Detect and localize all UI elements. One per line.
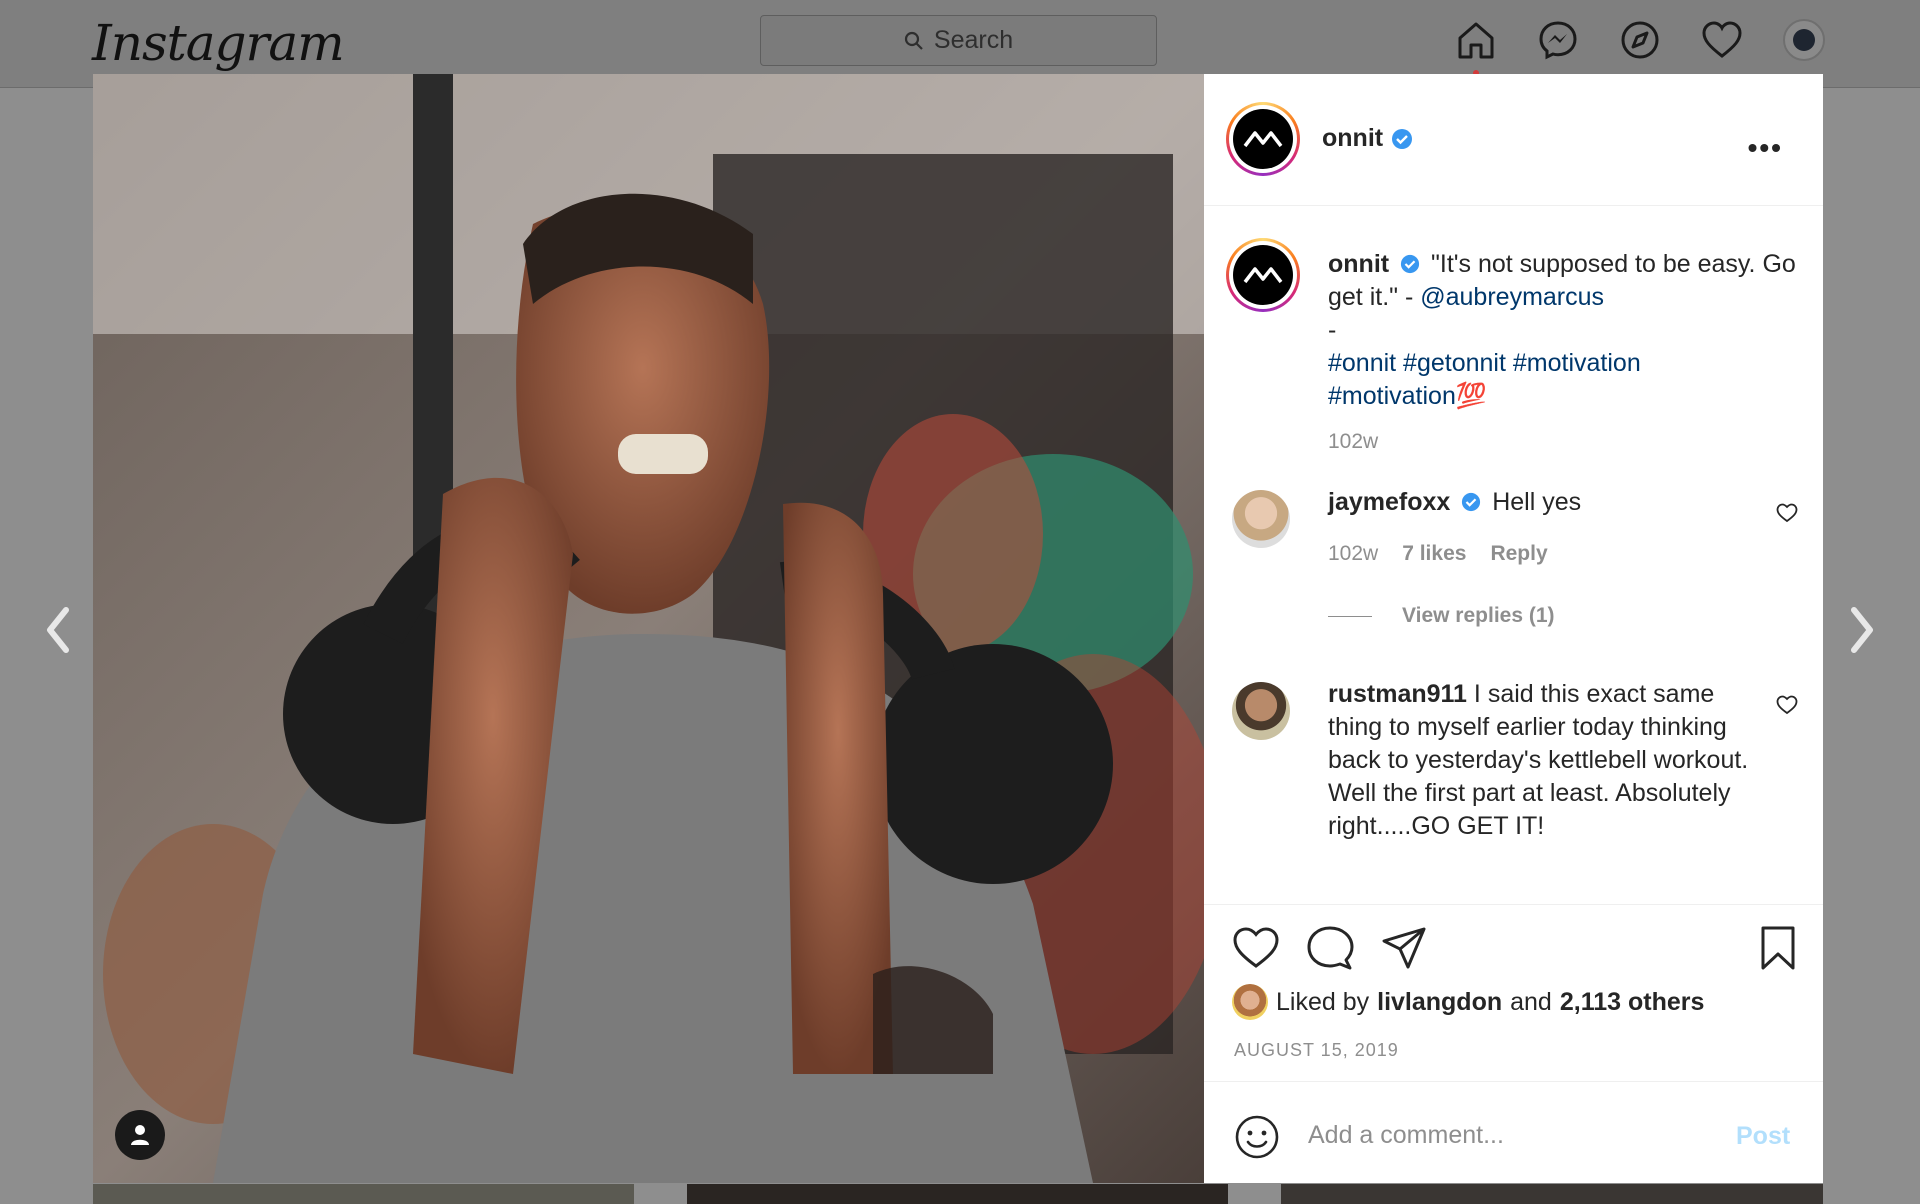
comment-username[interactable]: jaymefoxx xyxy=(1328,488,1450,516)
post-caption: onnit "It's not supposed to be easy. Go … xyxy=(1328,248,1798,413)
instagram-logo[interactable]: Instagram xyxy=(92,14,345,72)
comment-avatar[interactable] xyxy=(1232,682,1290,740)
post-author[interactable]: onnit xyxy=(1322,124,1413,153)
post-comment-button[interactable]: Post xyxy=(1736,1122,1790,1151)
verified-badge-icon xyxy=(1462,492,1481,512)
post-date[interactable]: AUGUST 15, 2019 xyxy=(1234,1040,1399,1061)
liked-by-prefix: Liked by xyxy=(1276,987,1370,1016)
home-icon[interactable] xyxy=(1455,18,1497,62)
save-bookmark-icon[interactable] xyxy=(1754,924,1802,972)
related-post-thumbnail[interactable] xyxy=(1281,1184,1823,1204)
like-comment-heart-icon[interactable] xyxy=(1776,502,1798,524)
caption-mention[interactable]: @aubreymarcus xyxy=(1420,283,1604,311)
view-replies-button[interactable]: View replies (1) xyxy=(1328,604,1555,628)
explore-icon[interactable] xyxy=(1619,18,1661,62)
like-heart-icon[interactable] xyxy=(1232,924,1280,972)
post-detail-panel: onnit ••• onnit "It's not supposed to be… xyxy=(1204,74,1823,1183)
comment-bubble-icon[interactable] xyxy=(1306,924,1354,972)
activity-heart-icon[interactable] xyxy=(1701,18,1743,62)
view-replies-label[interactable]: View replies (1) xyxy=(1402,604,1555,628)
liked-by-user[interactable]: livlangdon xyxy=(1377,988,1502,1017)
next-post-arrow-icon[interactable] xyxy=(1842,600,1882,660)
comment-avatar[interactable] xyxy=(1232,490,1290,548)
post-actions xyxy=(1232,924,1428,972)
hundred-emoji: 💯 xyxy=(1455,382,1487,410)
like-comment-heart-icon[interactable] xyxy=(1776,694,1798,716)
account-avatar[interactable] xyxy=(1226,102,1300,176)
caption-timestamp[interactable]: 102w xyxy=(1328,430,1378,454)
post-image[interactable] xyxy=(93,74,1204,1183)
caption-avatar[interactable] xyxy=(1226,238,1300,312)
post-author-username[interactable]: onnit xyxy=(1322,124,1383,153)
related-post-thumbnail[interactable] xyxy=(687,1184,1228,1204)
search-icon xyxy=(904,31,923,50)
onnit-logo-icon xyxy=(1243,267,1283,284)
liked-by-and: and xyxy=(1510,987,1552,1016)
caption-username[interactable]: onnit xyxy=(1328,250,1389,278)
more-options-icon[interactable]: ••• xyxy=(1748,132,1783,164)
share-paper-plane-icon[interactable] xyxy=(1380,924,1428,972)
comment-text: Hell yes xyxy=(1492,488,1582,516)
caption-hashtags[interactable]: #onnit #getonnit #motivation xyxy=(1328,349,1641,377)
messenger-icon[interactable] xyxy=(1537,18,1579,62)
related-post-thumbnail[interactable] xyxy=(93,1184,634,1204)
tagged-user-icon[interactable] xyxy=(115,1110,165,1160)
comments-list[interactable]: onnit "It's not supposed to be easy. Go … xyxy=(1204,206,1823,904)
post-header: onnit ••• xyxy=(1204,74,1823,206)
kettlebell-athlete-photo xyxy=(93,74,1204,1183)
replies-divider xyxy=(1328,615,1372,617)
verified-badge-icon xyxy=(1400,254,1420,274)
likes-summary: Liked by livlangdon and 2,113 others xyxy=(1232,984,1704,1020)
comment-body: jaymefoxx Hell yes xyxy=(1328,486,1768,519)
profile-avatar[interactable] xyxy=(1783,18,1825,62)
comment-reply-button[interactable]: Reply xyxy=(1490,542,1547,566)
comment-username[interactable]: rustman911 xyxy=(1328,680,1467,708)
add-comment-input[interactable] xyxy=(1308,1112,1708,1158)
liked-by-others[interactable]: 2,113 others xyxy=(1560,988,1705,1017)
caption-dash: - xyxy=(1328,316,1337,344)
onnit-logo-icon xyxy=(1243,131,1283,148)
previous-post-arrow-icon[interactable] xyxy=(38,600,78,660)
comment-body: rustman911 I said this exact same thing … xyxy=(1328,678,1768,843)
search-placeholder: Search xyxy=(933,26,1014,54)
comment-meta: 102w 7 likes Reply xyxy=(1328,542,1548,566)
caption-hashtag-motivation[interactable]: #motivation xyxy=(1328,382,1456,410)
add-comment-bar: Post xyxy=(1204,1081,1823,1183)
comment-timestamp[interactable]: 102w xyxy=(1328,542,1378,566)
emoji-smiley-icon[interactable] xyxy=(1234,1114,1280,1160)
comment-likes[interactable]: 7 likes xyxy=(1402,542,1466,566)
nav-icons xyxy=(1455,18,1825,62)
liker-avatar[interactable] xyxy=(1232,984,1268,1020)
actions-divider xyxy=(1204,904,1823,905)
search-bar[interactable]: Search xyxy=(760,15,1157,66)
verified-badge-icon xyxy=(1392,128,1413,149)
